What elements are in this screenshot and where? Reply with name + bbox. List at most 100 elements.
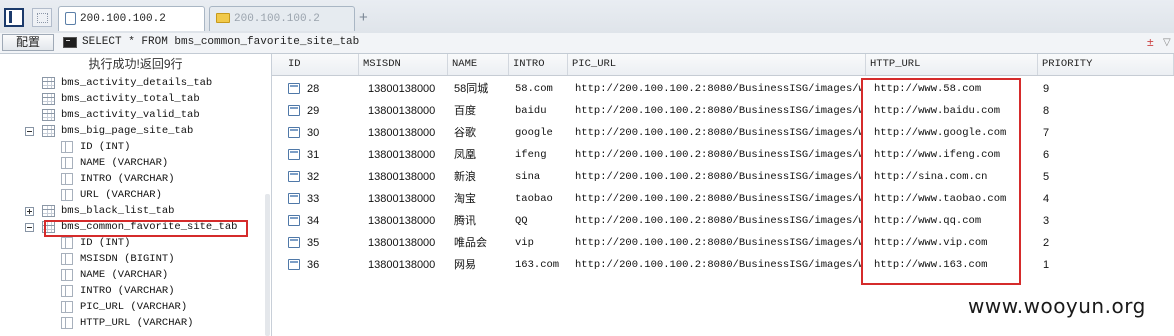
table-cell-msisdn[interactable]: 13800138000 bbox=[364, 254, 449, 276]
tree-table-item[interactable]: bms_big_page_site_tab bbox=[0, 123, 262, 139]
schema-tree-pane: 执行成功!返回9行 bms_activity_details_tab bms_ac… bbox=[0, 54, 272, 336]
table-cell-pic-url[interactable]: http://200.100.100.2:8080/BusinessISG/im… bbox=[571, 232, 861, 254]
table-row[interactable]: 36 13800138000 网易 163.com http://200.100.100… bbox=[272, 254, 1174, 276]
panel-toggle-button[interactable] bbox=[4, 8, 24, 27]
table-cell-msisdn[interactable]: 13800138000 bbox=[364, 232, 449, 254]
table-cell-intro[interactable]: QQ bbox=[511, 210, 569, 232]
collapse-icon[interactable] bbox=[25, 127, 34, 136]
column-header[interactable]: INTRO bbox=[509, 54, 568, 75]
tree-table-item[interactable]: bms_activity_total_tab bbox=[0, 91, 262, 107]
table-cell-pic-url[interactable]: http://200.100.100.2:8080/BusinessISG/im… bbox=[571, 210, 861, 232]
table-cell-name[interactable]: 淘宝 bbox=[450, 188, 510, 210]
collapse-icon[interactable] bbox=[25, 223, 34, 232]
table-cell-msisdn[interactable]: 13800138000 bbox=[364, 122, 449, 144]
tree-column-item[interactable]: INTRO (VARCHAR) bbox=[0, 283, 262, 299]
table-cell-intro[interactable]: taobao bbox=[511, 188, 569, 210]
table-cell-intro[interactable]: vip bbox=[511, 232, 569, 254]
table-cell-name[interactable]: 谷歌 bbox=[450, 122, 510, 144]
table-row[interactable]: 33 13800138000 淘宝 taobao http://200.100.100.… bbox=[272, 188, 1174, 210]
table-row[interactable]: 34 13800138000 腾讯 QQ http://200.100.100.2:80… bbox=[272, 210, 1174, 232]
tree-column-item[interactable]: NAME (VARCHAR) bbox=[0, 267, 262, 283]
table-cell-priority[interactable]: 1 bbox=[1039, 254, 1159, 276]
table-cell-priority[interactable]: 5 bbox=[1039, 166, 1159, 188]
table-cell-msisdn[interactable]: 13800138000 bbox=[364, 100, 449, 122]
column-icon bbox=[61, 189, 73, 201]
table-cell-name[interactable]: 唯品会 bbox=[450, 232, 510, 254]
tree-column-item[interactable]: ID (INT) bbox=[0, 139, 262, 155]
tab-connection-active[interactable]: 200.100.100.2 bbox=[58, 6, 205, 31]
table-cell-pic-url[interactable]: http://200.100.100.2:8080/BusinessISG/im… bbox=[571, 122, 861, 144]
table-cell-name[interactable]: 58同城 bbox=[450, 78, 510, 100]
chevron-down-icon[interactable]: ▽ bbox=[1163, 37, 1171, 48]
table-cell-name[interactable]: 腾讯 bbox=[450, 210, 510, 232]
tree-column-item[interactable]: MSISDN (BIGINT) bbox=[0, 251, 262, 267]
table-cell-intro[interactable]: sina bbox=[511, 166, 569, 188]
table-cell-id[interactable]: 36 bbox=[303, 254, 355, 276]
table-cell-name[interactable]: 新浪 bbox=[450, 166, 510, 188]
table-cell-id[interactable]: 30 bbox=[303, 122, 355, 144]
table-cell-priority[interactable]: 4 bbox=[1039, 188, 1159, 210]
table-cell-intro[interactable]: baidu bbox=[511, 100, 569, 122]
table-row[interactable]: 35 13800138000 唯品会 vip http://200.100.100.2:… bbox=[272, 232, 1174, 254]
column-header[interactable]: PRIORITY bbox=[1038, 54, 1174, 75]
table-cell-pic-url[interactable]: http://200.100.100.2:8080/BusinessISG/im… bbox=[571, 188, 861, 210]
new-tab-button[interactable]: + bbox=[359, 9, 368, 26]
layout-button[interactable] bbox=[32, 8, 52, 27]
table-cell-priority[interactable]: 7 bbox=[1039, 122, 1159, 144]
tree-column-item[interactable]: HTTP_URL (VARCHAR) bbox=[0, 315, 262, 331]
tree-column-item[interactable]: URL (VARCHAR) bbox=[0, 187, 262, 203]
sql-query-text[interactable]: SELECT * FROM bms_common_favorite_site_t… bbox=[82, 36, 359, 48]
table-cell-id[interactable]: 28 bbox=[303, 78, 355, 100]
table-cell-id[interactable]: 32 bbox=[303, 166, 355, 188]
column-header[interactable]: ID bbox=[284, 54, 359, 75]
table-row[interactable]: 29 13800138000 百度 baidu http://200.100.100.2… bbox=[272, 100, 1174, 122]
table-cell-msisdn[interactable]: 13800138000 bbox=[364, 188, 449, 210]
table-cell-priority[interactable]: 6 bbox=[1039, 144, 1159, 166]
tree-column-item[interactable]: INTRO (VARCHAR) bbox=[0, 171, 262, 187]
table-cell-intro[interactable]: 58.com bbox=[511, 78, 569, 100]
table-row[interactable]: 28 13800138000 58同城 58.com http://200.100.10… bbox=[272, 78, 1174, 100]
table-cell-intro[interactable]: 163.com bbox=[511, 254, 569, 276]
table-cell-pic-url[interactable]: http://200.100.100.2:8080/BusinessISG/im… bbox=[571, 144, 861, 166]
column-header[interactable]: NAME bbox=[448, 54, 509, 75]
table-cell-msisdn[interactable]: 13800138000 bbox=[364, 210, 449, 232]
table-cell-priority[interactable]: 3 bbox=[1039, 210, 1159, 232]
table-cell-priority[interactable]: 2 bbox=[1039, 232, 1159, 254]
table-cell-msisdn[interactable]: 13800138000 bbox=[364, 78, 449, 100]
table-row[interactable]: 32 13800138000 新浪 sina http://200.100.100.2:… bbox=[272, 166, 1174, 188]
tree-scrollbar[interactable] bbox=[265, 194, 270, 336]
table-cell-name[interactable]: 百度 bbox=[450, 100, 510, 122]
table-cell-intro[interactable]: ifeng bbox=[511, 144, 569, 166]
table-cell-msisdn[interactable]: 13800138000 bbox=[364, 144, 449, 166]
tree-column-item[interactable]: NAME (VARCHAR) bbox=[0, 155, 262, 171]
tree-column-item[interactable]: ID (INT) bbox=[0, 235, 262, 251]
table-cell-pic-url[interactable]: http://200.100.100.2:8080/BusinessISG/im… bbox=[571, 78, 861, 100]
table-cell-pic-url[interactable]: http://200.100.100.2:8080/BusinessISG/im… bbox=[571, 100, 861, 122]
table-cell-id[interactable]: 29 bbox=[303, 100, 355, 122]
table-cell-name[interactable]: 凤凰 bbox=[450, 144, 510, 166]
table-cell-priority[interactable]: 9 bbox=[1039, 78, 1159, 100]
tree-table-item[interactable]: bms_activity_details_tab bbox=[0, 75, 262, 91]
table-cell-id[interactable]: 35 bbox=[303, 232, 355, 254]
table-cell-pic-url[interactable]: http://200.100.100.2:8080/BusinessISG/im… bbox=[571, 166, 861, 188]
table-cell-id[interactable]: 31 bbox=[303, 144, 355, 166]
tab-connection-inactive[interactable]: 200.100.100.2 bbox=[209, 6, 355, 31]
table-cell-id[interactable]: 33 bbox=[303, 188, 355, 210]
table-row[interactable]: 31 13800138000 凤凰 ifeng http://200.100.100.2… bbox=[272, 144, 1174, 166]
table-cell-id[interactable]: 34 bbox=[303, 210, 355, 232]
column-header[interactable]: PIC_URL bbox=[568, 54, 866, 75]
config-button[interactable]: 配置 bbox=[2, 34, 54, 51]
table-cell-priority[interactable]: 8 bbox=[1039, 100, 1159, 122]
tree-table-item[interactable]: bms_black_list_tab bbox=[0, 203, 262, 219]
window-control-icon[interactable]: ± bbox=[1147, 35, 1154, 49]
table-cell-msisdn[interactable]: 13800138000 bbox=[364, 166, 449, 188]
table-cell-intro[interactable]: google bbox=[511, 122, 569, 144]
table-cell-pic-url[interactable]: http://200.100.100.2:8080/BusinessISG/im… bbox=[571, 254, 861, 276]
column-header[interactable]: HTTP_URL bbox=[866, 54, 1038, 75]
table-cell-name[interactable]: 网易 bbox=[450, 254, 510, 276]
expand-icon[interactable] bbox=[25, 207, 34, 216]
column-header[interactable]: MSISDN bbox=[359, 54, 448, 75]
tree-table-item[interactable]: bms_activity_valid_tab bbox=[0, 107, 262, 123]
tree-column-item[interactable]: PIC_URL (VARCHAR) bbox=[0, 299, 262, 315]
table-row[interactable]: 30 13800138000 谷歌 google http://200.100.100.… bbox=[272, 122, 1174, 144]
